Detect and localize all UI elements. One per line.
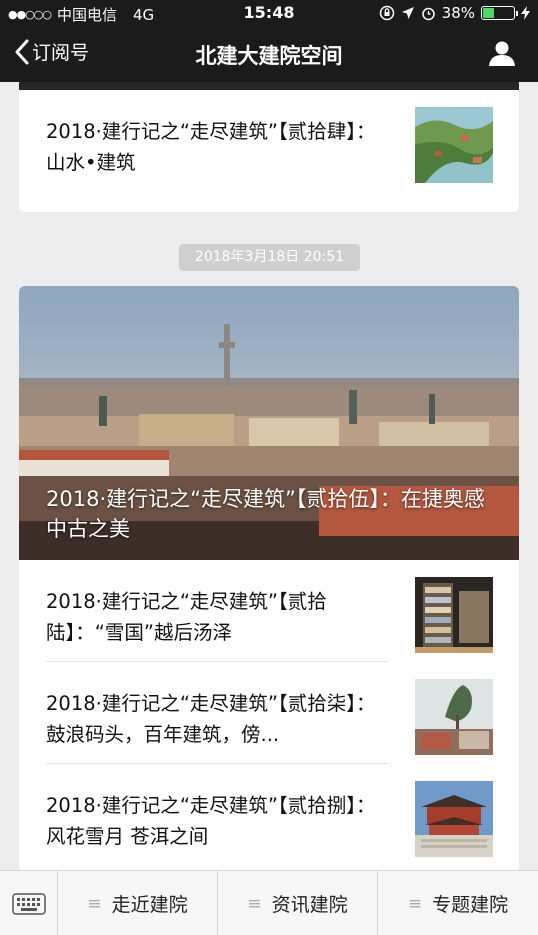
article-title-main: 2018·建行记之“走尽建筑”【贰拾伍】：在捷奥感中古之美: [46, 487, 485, 541]
article-title: 2018·建行记之“走尽建筑”【贰拾柒】：鼓浪码头，百年建筑，傍...: [46, 692, 376, 746]
article-thumbnail-bookshelf: [415, 577, 493, 653]
menu-item-zoujin[interactable]: ≡ 走近建院: [58, 871, 218, 935]
article-cover[interactable]: 2018·建行记之“走尽建筑”【贰拾伍】：在捷奥感中古之美: [19, 286, 519, 560]
menu-lines-icon: ≡: [87, 893, 102, 914]
battery-icon: [481, 6, 518, 20]
menu-lines-icon: ≡: [247, 893, 262, 914]
menu-item-label: 走近建院: [111, 894, 188, 916]
previous-cover-strip: [19, 82, 519, 90]
menu-item-label: 资讯建院: [271, 894, 348, 916]
battery-fill: [483, 8, 494, 18]
article-thumbnail-gulangyu: [415, 679, 493, 755]
article-card: 2018·建行记之“走尽建筑”【贰拾伍】：在捷奥感中古之美 2018·建行记之“…: [19, 286, 519, 870]
menu-lines-icon: ≡: [407, 893, 423, 914]
article-card-previous: 2018·建行记之“走尽建筑”【贰拾肆】：山水•建筑: [19, 82, 519, 212]
article-item[interactable]: 2018·建行记之“走尽建筑”【贰拾陆】：“雪国”越后汤泽: [19, 560, 519, 662]
battery-percent: 38%: [441, 4, 475, 22]
article-thumbnail-landscape: [415, 107, 493, 183]
article-title: 2018·建行记之“走尽建筑”【贰拾陆】：“雪国”越后汤泽: [46, 590, 327, 644]
status-right: 38%: [379, 4, 530, 22]
alarm-icon: [421, 7, 435, 20]
location-icon: [401, 7, 414, 19]
article-item[interactable]: 2018·建行记之“走尽建筑”【贰拾柒】：鼓浪码头，百年建筑，傍...: [19, 662, 519, 764]
rotation-lock-icon: [379, 5, 394, 21]
charging-icon: [521, 6, 530, 20]
article-item[interactable]: 2018·建行记之“走尽建筑”【贰拾捌】：风花雪月 苍洱之间: [19, 764, 519, 866]
message-list[interactable]: 2018·建行记之“走尽建筑”【贰拾肆】：山水•建筑 2018年3月18日 20…: [0, 82, 538, 870]
menu-item-zhuanti[interactable]: ≡ 专题建院: [378, 871, 538, 935]
menu-item-label: 专题建院: [432, 894, 509, 916]
message-timestamp: 2018年3月18日 20:51: [179, 244, 360, 271]
article-thumbnail-temple: [415, 781, 493, 857]
profile-button[interactable]: [488, 40, 516, 70]
bottom-menu: ≡ 走近建院 ≡ 资讯建院 ≡ 专题建院: [0, 870, 538, 935]
keyboard-toggle-button[interactable]: [0, 871, 58, 935]
keyboard-icon: [11, 892, 46, 915]
page-title: 北建大建院空间: [195, 44, 343, 68]
article-title: 2018·建行记之“走尽建筑”【贰拾捌】：风花雪月 苍洱之间: [46, 794, 376, 848]
status-bar: ●●○○○ 中国电信 4G 15:48 38%: [0, 0, 538, 26]
article-item[interactable]: 2018·建行记之“走尽建筑”【贰拾肆】：山水•建筑: [19, 90, 519, 192]
menu-item-zixun[interactable]: ≡ 资讯建院: [218, 871, 378, 935]
user-icon: [489, 41, 515, 66]
article-title: 2018·建行记之“走尽建筑”【贰拾肆】：山水•建筑: [46, 120, 376, 174]
nav-bar: 订阅号 北建大建院空间: [0, 26, 538, 82]
